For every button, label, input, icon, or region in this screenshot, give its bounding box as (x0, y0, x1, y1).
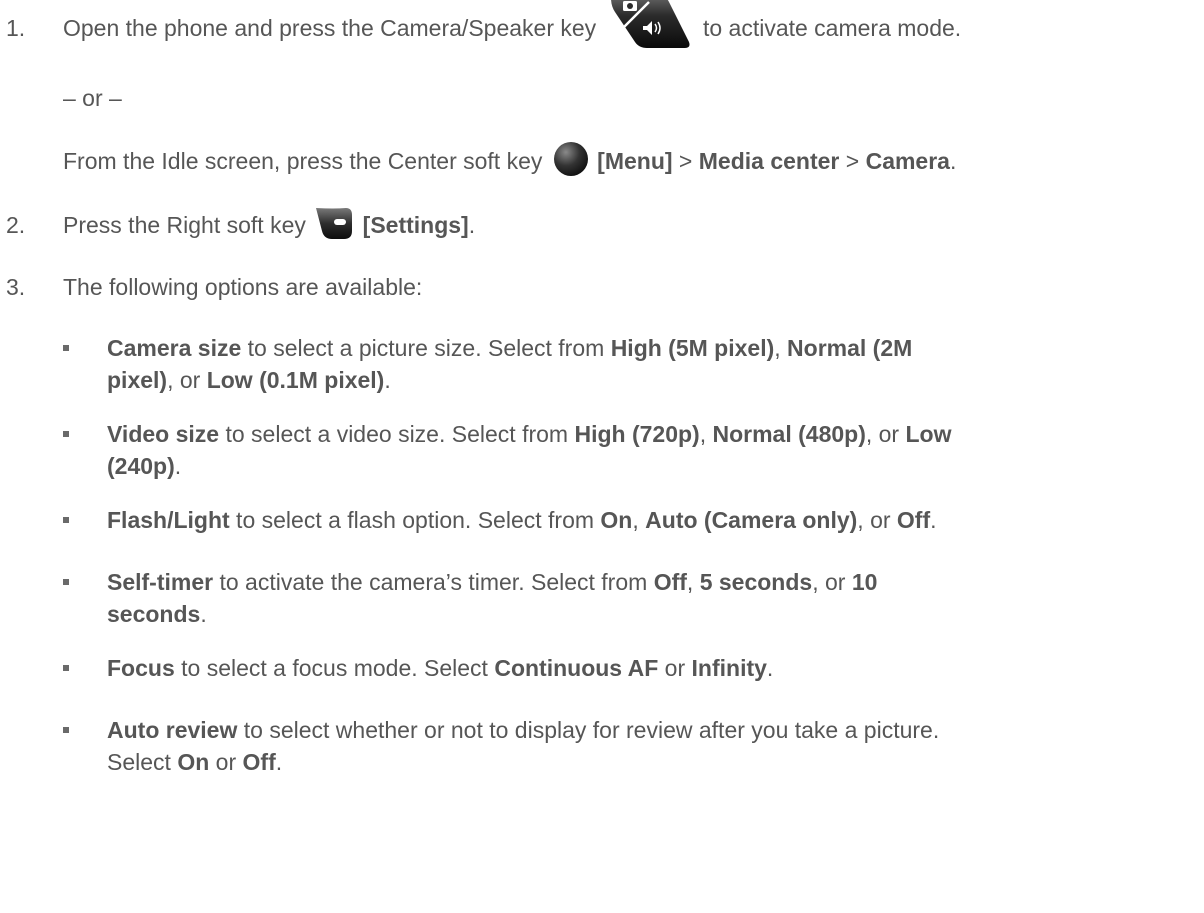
option-text: to select a flash option. Select from (229, 507, 601, 533)
sep-1: > (672, 148, 699, 174)
option-name: Flash/Light (107, 507, 230, 533)
option-value: High (5M pixel) (610, 335, 775, 361)
option-text: , (632, 507, 646, 533)
option-text: to select a picture size. Select from (241, 335, 611, 361)
option-video-size: Video size to select a video size. Selec… (107, 418, 951, 450)
option-text: . (200, 601, 207, 627)
option-name: Focus (107, 655, 175, 681)
bullet-3 (63, 517, 69, 523)
right-soft-key-icon (314, 205, 354, 241)
option-text: , or (812, 569, 852, 595)
option-text: , or (167, 367, 207, 393)
option-self-timer: Self-timer to activate the camera’s time… (107, 566, 877, 598)
step-2-text: Press the Right soft key [Settings]. (63, 207, 476, 241)
bullet-6 (63, 727, 69, 733)
option-text: to activate the camera’s timer. Select f… (213, 569, 654, 595)
alt-end: . (949, 148, 957, 174)
menu-label: [Menu] (597, 148, 673, 174)
step-3-number: 3. (6, 274, 26, 300)
bullet-5 (63, 665, 69, 671)
step-1-post: to activate camera mode. (702, 15, 962, 41)
option-value: 5 seconds (699, 569, 813, 595)
option-value: On (600, 507, 633, 533)
option-value: Normal (2M (787, 335, 913, 361)
or-separator: – or – (63, 85, 122, 111)
option-value: Normal (480p) (712, 421, 866, 447)
option-value: pixel) (107, 367, 168, 393)
option-text: . (930, 507, 937, 533)
option-text: or (658, 655, 692, 681)
sep-2: > (839, 148, 866, 174)
option-value: (240p) (107, 453, 175, 479)
option-value: Low (905, 421, 952, 447)
option-text: or (209, 749, 243, 775)
option-focus: Focus to select a focus mode. Select Con… (107, 652, 773, 684)
option-text: , (699, 421, 713, 447)
step-2-end: . (468, 212, 476, 238)
option-name: Camera size (107, 335, 242, 361)
option-value: 10 (851, 569, 878, 595)
option-text: . (384, 367, 391, 393)
option-self-timer-cont: seconds. (107, 598, 207, 630)
option-text: , (774, 335, 788, 361)
step-1-text: Open the phone and press the Camera/Spea… (63, 0, 962, 48)
option-video-size-cont: (240p). (107, 450, 181, 482)
settings-label: [Settings] (362, 212, 469, 238)
option-camera-size: Camera size to select a picture size. Se… (107, 332, 912, 364)
option-value: Off (896, 507, 931, 533)
option-text: , (686, 569, 700, 595)
step-1-pre: Open the phone and press the Camera/Spea… (63, 15, 597, 41)
step-2-pre: Press the Right soft key (63, 212, 306, 238)
option-text: . (174, 453, 182, 479)
step-2-number: 2. (6, 212, 26, 238)
media-center-label: Media center (698, 148, 840, 174)
step-3-text: The following options are available: (63, 274, 423, 300)
option-flash-light: Flash/Light to select a flash option. Se… (107, 504, 937, 536)
step-1-number: 1. (6, 15, 26, 41)
option-text: . (766, 655, 774, 681)
option-text: to select a video size. Select from (219, 421, 575, 447)
option-name: Video size (107, 421, 220, 447)
option-value: On (177, 749, 210, 775)
bullet-4 (63, 579, 69, 585)
option-value: seconds (107, 601, 201, 627)
bullet-1 (63, 345, 69, 351)
center-soft-key-icon (553, 141, 589, 177)
option-value: Low (0.1M pixel) (206, 367, 385, 393)
option-name: Auto review (107, 717, 238, 743)
option-auto-review: Auto review to select whether or not to … (107, 714, 939, 746)
alt-pre: From the Idle screen, press the Center s… (63, 148, 543, 174)
option-value: Off (242, 749, 276, 775)
option-value: High (720p) (574, 421, 700, 447)
option-value: Infinity (691, 655, 767, 681)
option-value: Auto (Camera only) (645, 507, 858, 533)
option-text: to select whether or not to display for … (237, 717, 940, 743)
option-text: Select (107, 749, 178, 775)
option-text: , or (857, 507, 897, 533)
option-auto-review-cont: Select On or Off. (107, 746, 282, 778)
option-text: , or (865, 421, 906, 447)
option-camera-size-cont: pixel), or Low (0.1M pixel). (107, 364, 391, 396)
option-name: Self-timer (107, 569, 214, 595)
alt-instruction: From the Idle screen, press the Center s… (63, 141, 957, 177)
option-value: Continuous AF (494, 655, 659, 681)
option-text: to select a focus mode. Select (174, 655, 495, 681)
camera-label: Camera (865, 148, 950, 174)
bullet-2 (63, 431, 69, 437)
option-value: Off (653, 569, 687, 595)
camera-speaker-key-icon (607, 0, 693, 52)
option-text: . (275, 749, 283, 775)
